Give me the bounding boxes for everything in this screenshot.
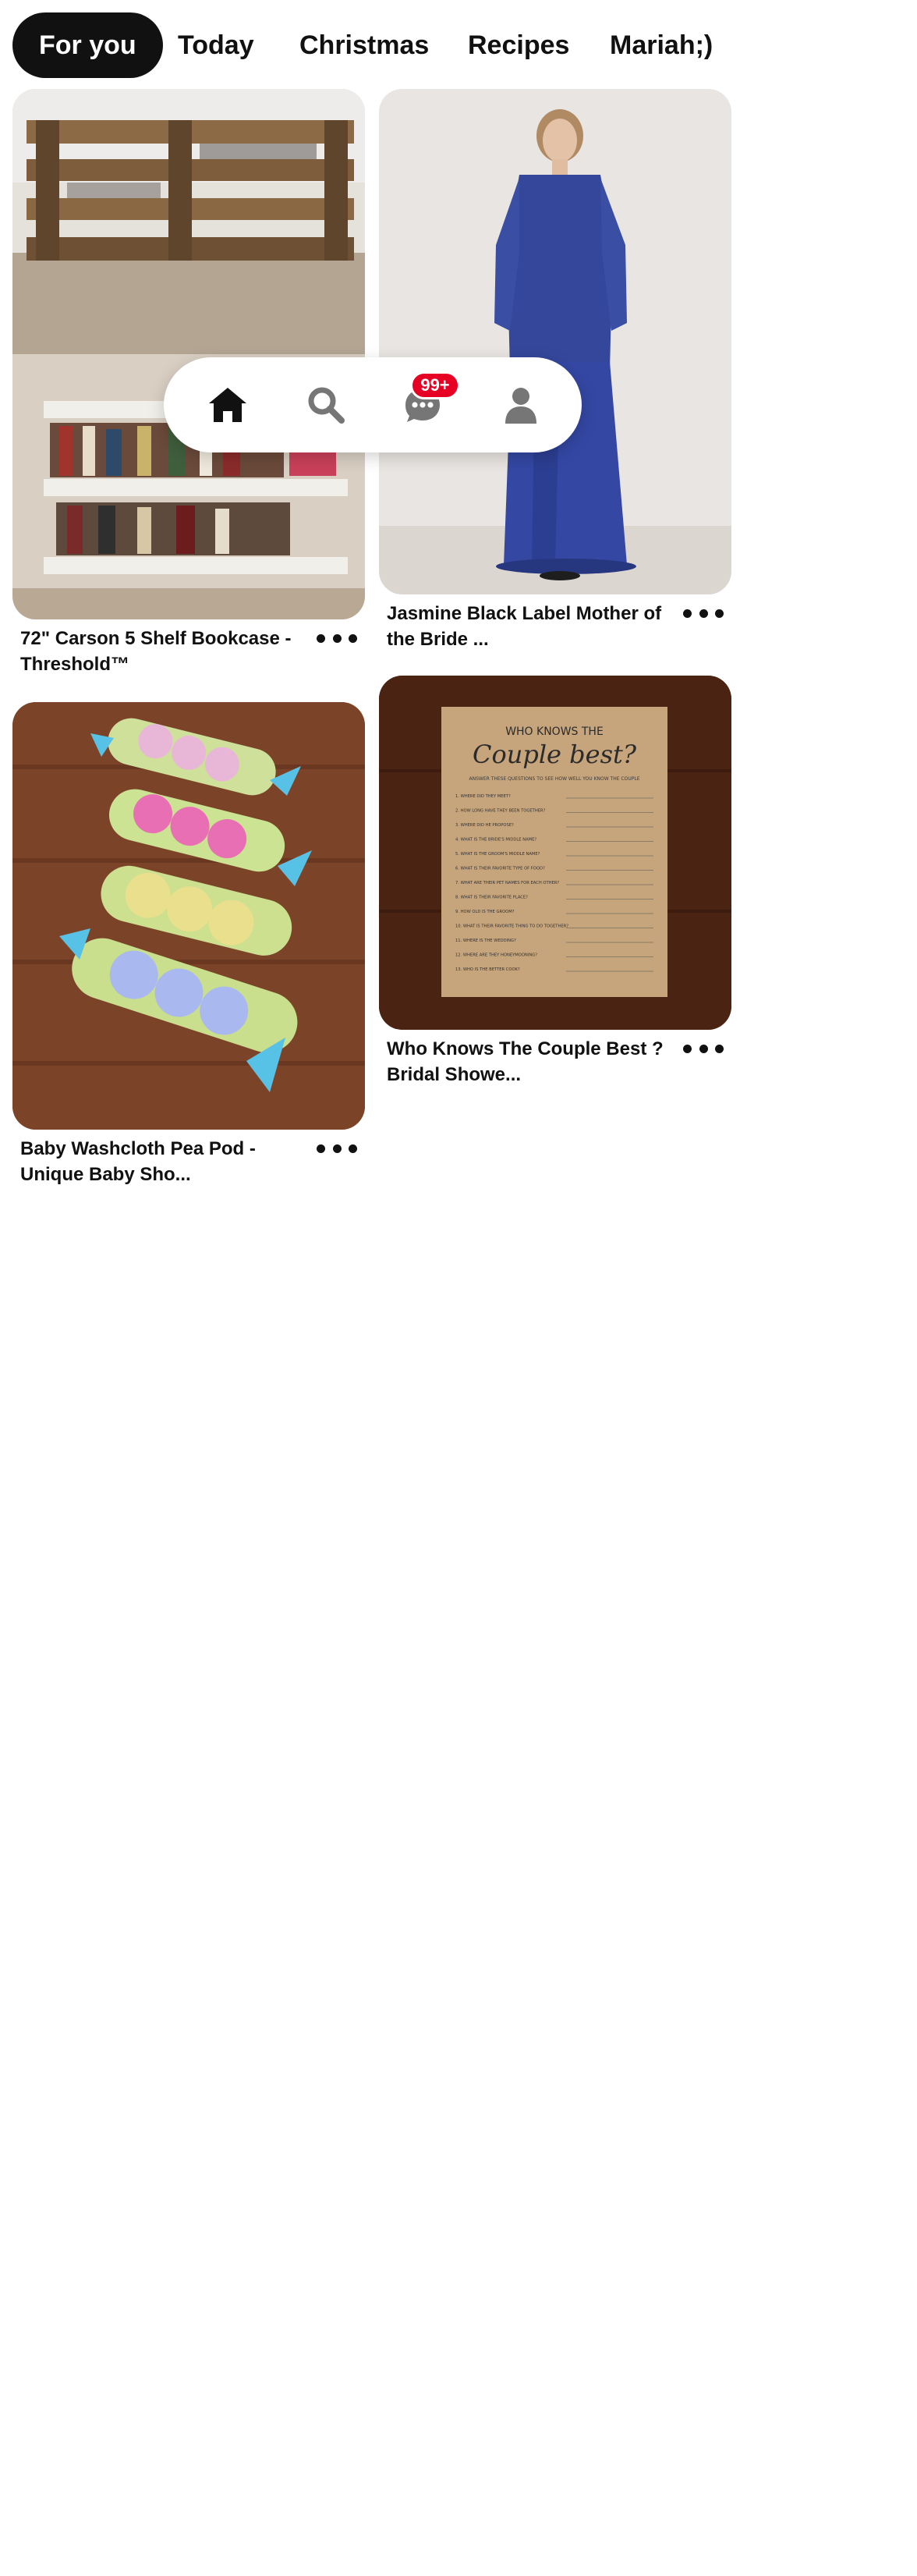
quiz-question: 2. HOW LONG HAVE THEY BEEN TOGETHER? [455,809,546,814]
more-options-icon[interactable] [317,1136,357,1161]
quiz-question: 1. WHERE DID THEY MEET? [455,794,511,799]
tab-today[interactable]: Today [178,12,254,78]
pin-image-bookcase[interactable] [12,89,365,619]
more-options-icon[interactable] [683,1036,724,1061]
more-options-icon[interactable] [683,601,724,626]
quiz-question: 12. WHERE ARE THEY HONEYMOONING? [455,953,537,958]
quiz-question: 5. WHAT IS THE GROOM'S MIDDLE NAME? [455,852,540,857]
pin-image-gown[interactable] [379,89,731,594]
quiz-question: 8. WHAT IS THEIR FAVORITE PLACE? [455,896,528,900]
pin-card[interactable]: Baby Washcloth Pea Pod - Unique Baby Sho… [12,702,365,1194]
messages-badge: 99+ [410,371,460,399]
quiz-heading-top: WHO KNOWS THE [505,726,604,738]
profile-icon [505,388,536,424]
pin-image-pea-pods[interactable] [12,702,365,1130]
quiz-question: 4. WHAT IS THE BRIDE'S MIDDLE NAME? [455,838,536,843]
pin-image-quiz-card[interactable]: WHO KNOWS THE Couple best? ANSWER THESE … [379,676,731,1030]
feed-tabs: For you Today Christmas Recipes Mariah;) [0,0,917,90]
pin-title[interactable]: Who Knows The Couple Best ? Bridal Showe… [387,1036,667,1088]
quiz-question: 11. WHERE IS THE WEDDING? [455,939,516,943]
tab-for-you[interactable]: For you [12,12,163,78]
pin-title[interactable]: 72" Carson 5 Shelf Bookcase - Threshold™ [20,626,301,677]
tab-christmas[interactable]: Christmas [299,12,429,78]
search-icon [308,387,345,424]
tab-mariah[interactable]: Mariah;) [610,12,713,78]
nav-profile-button[interactable] [490,357,552,452]
quiz-question: 9. HOW OLD IS THE GROOM? [455,910,515,914]
nav-search-button[interactable] [295,357,357,452]
pin-card[interactable]: WHO KNOWS THE Couple best? ANSWER THESE … [379,676,731,1097]
nav-home-button[interactable] [196,357,259,452]
quiz-instructions: ANSWER THESE QUESTIONS TO SEE HOW WELL Y… [469,776,639,782]
pin-title[interactable]: Baby Washcloth Pea Pod - Unique Baby Sho… [20,1136,301,1187]
quiz-question: 3. WHERE DID HE PROPOSE? [455,823,514,828]
pin-title[interactable]: Jasmine Black Label Mother of the Bride … [387,601,667,652]
quiz-question: 13. WHO IS THE BETTER COOK? [455,967,520,972]
quiz-question: 7. WHAT ARE THEIR PET NAMES FOR EACH OTH… [455,881,559,885]
more-options-icon[interactable] [317,626,357,651]
quiz-heading-main: Couple best? [473,740,637,769]
bottom-navigation: 99+ [164,357,582,452]
quiz-question: 6. WHAT IS THEIR FAVORITE TYPE OF FOOD? [455,867,545,871]
tab-recipes[interactable]: Recipes [468,12,569,78]
quiz-question: 10. WHAT IS THEIR FAVORITE THING TO DO T… [455,924,568,929]
home-icon [209,388,246,422]
